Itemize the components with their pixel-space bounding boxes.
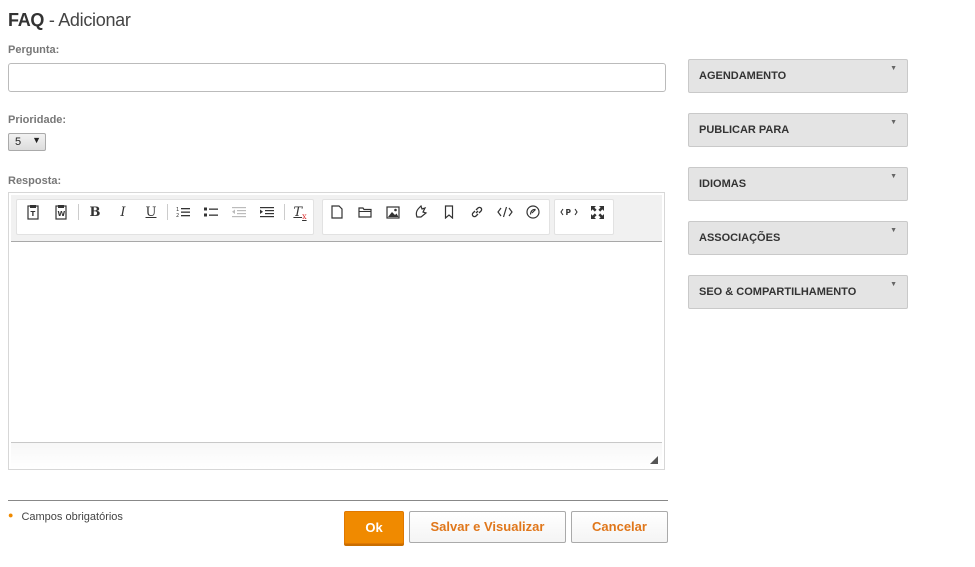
editor-toolbar: T W B I U 12 Tx P	[11, 195, 662, 242]
toolbar-separator	[78, 204, 79, 220]
question-label: Pergunta:	[8, 44, 60, 56]
panel-idiomas[interactable]: IDIOMAS ▼	[688, 167, 908, 201]
panel-seo-compartilhamento[interactable]: SEO & COMPARTILHAMENTO ▼	[688, 275, 908, 309]
remove-format-label: T	[293, 204, 303, 220]
footer-divider	[8, 500, 668, 501]
toolbar-separator	[284, 204, 285, 220]
priority-select[interactable]: 5 ▼	[8, 133, 46, 151]
anchor-icon[interactable]	[439, 203, 459, 221]
toolbar-separator	[167, 204, 168, 220]
panel-label: SEO & COMPARTILHAMENTO	[699, 286, 857, 298]
panel-label: PUBLICAR PARA	[699, 124, 790, 136]
svg-text:P: P	[566, 208, 572, 217]
question-input[interactable]	[8, 63, 666, 92]
chevron-down-icon: ▼	[32, 135, 41, 145]
svg-text:2: 2	[176, 213, 179, 218]
panel-publicar-para[interactable]: PUBLICAR PARA ▼	[688, 113, 908, 147]
panel-agendamento[interactable]: AGENDAMENTO ▼	[688, 59, 908, 93]
source-icon[interactable]: P	[559, 203, 579, 221]
flash-icon[interactable]	[411, 203, 431, 221]
save-and-view-button[interactable]: Salvar e Visualizar	[409, 511, 566, 543]
priority-value: 5	[15, 136, 22, 148]
chevron-down-icon: ▼	[890, 281, 897, 288]
numbered-list-icon[interactable]: 12	[173, 203, 193, 221]
link-icon[interactable]	[467, 203, 487, 221]
editor-status-bar	[11, 442, 662, 468]
italic-icon[interactable]: I	[113, 203, 133, 221]
editor-content-area[interactable]	[11, 242, 662, 442]
resize-handle-icon[interactable]	[650, 456, 658, 464]
panel-label: ASSOCIAÇÕES	[699, 232, 781, 244]
new-page-icon[interactable]	[327, 203, 347, 221]
special-icon[interactable]	[523, 203, 543, 221]
panel-label: AGENDAMENTO	[699, 70, 787, 82]
indent-icon[interactable]	[257, 203, 277, 221]
chevron-down-icon: ▼	[890, 227, 897, 234]
required-fields-text: Campos obrigatórios	[21, 511, 123, 523]
svg-text:T: T	[31, 210, 36, 218]
svg-text:W: W	[58, 210, 66, 218]
paste-word-icon[interactable]: W	[51, 203, 71, 221]
required-marker-icon: ●	[8, 510, 14, 520]
maximize-icon[interactable]	[587, 203, 607, 221]
panel-label: IDIOMAS	[699, 178, 747, 190]
page-title: FAQ - Adicionar	[8, 10, 131, 31]
cancel-button[interactable]: Cancelar	[571, 511, 668, 543]
ok-button[interactable]: Ok	[344, 511, 404, 544]
paste-text-icon[interactable]: T	[23, 203, 43, 221]
priority-label: Prioridade:	[8, 114, 67, 126]
answer-label: Resposta:	[8, 175, 62, 187]
image-icon[interactable]	[383, 203, 403, 221]
outdent-icon[interactable]	[229, 203, 249, 221]
embed-code-icon[interactable]	[495, 203, 515, 221]
chevron-down-icon: ▼	[890, 119, 897, 126]
bulleted-list-icon[interactable]	[201, 203, 221, 221]
page-title-action: - Adicionar	[48, 10, 131, 30]
chevron-down-icon: ▼	[890, 65, 897, 72]
required-fields-note: ● Campos obrigatórios	[8, 510, 123, 523]
underline-icon[interactable]: U	[141, 203, 161, 221]
remove-format-icon[interactable]: Tx	[290, 203, 310, 221]
chevron-down-icon: ▼	[890, 173, 897, 180]
panel-associacoes[interactable]: ASSOCIAÇÕES ▼	[688, 221, 908, 255]
rich-text-editor: T W B I U 12 Tx P	[8, 192, 665, 470]
bold-icon[interactable]: B	[85, 203, 105, 221]
page-title-module: FAQ	[8, 10, 45, 30]
browse-server-icon[interactable]	[355, 203, 375, 221]
